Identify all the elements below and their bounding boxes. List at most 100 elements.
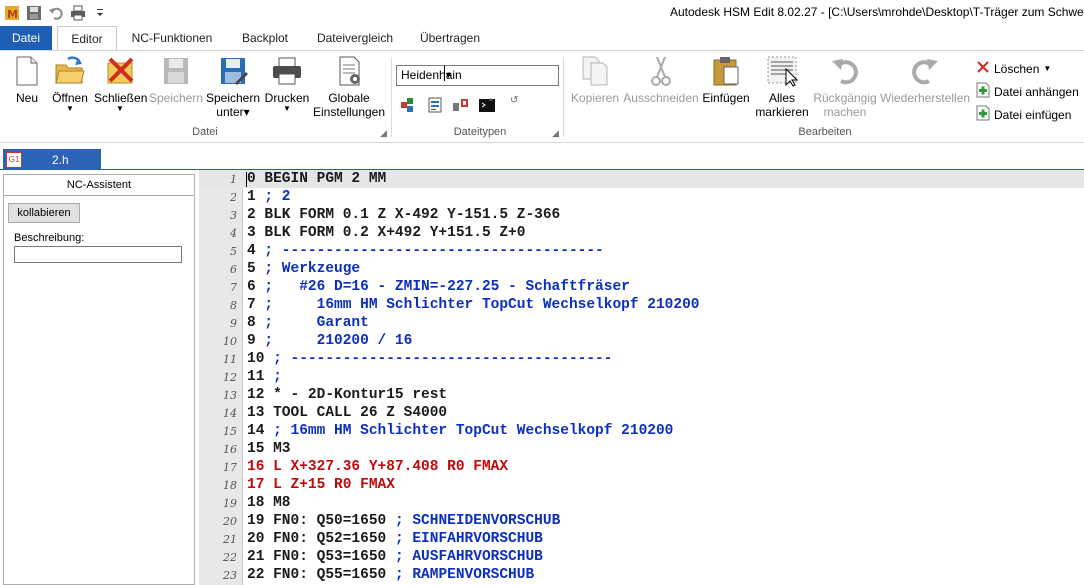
copy-button[interactable]: Kopieren <box>569 55 621 105</box>
select-all-icon <box>766 55 799 87</box>
print-button[interactable]: Drucken ▼ <box>264 55 310 113</box>
document-tab[interactable]: G1 2.h <box>3 149 101 170</box>
code-line[interactable]: 17 16 L X+327.36 Y+87.408 R0 FMAX <box>199 458 1084 476</box>
tab-backplot[interactable]: Backplot <box>234 26 296 50</box>
code-comment: ; Garant <box>264 315 369 331</box>
code-comment: ; RAMPENVORSCHUB <box>394 567 535 583</box>
code-line[interactable]: 4 3 BLK FORM 0.2 X+492 Y+151.5 Z+0 <box>199 224 1084 242</box>
code-line[interactable]: 3 2 BLK FORM 0.1 Z X-492 Y-151.5 Z-366 <box>199 206 1084 224</box>
description-field[interactable] <box>14 246 182 263</box>
code-text: 10 ; -----------------------------------… <box>247 350 612 368</box>
undo-button[interactable]: Rückgängig machen <box>812 55 878 119</box>
code-line[interactable]: 1 0 BEGIN PGM 2 MM <box>199 170 1084 188</box>
code-text: 13 TOOL CALL 26 Z S4000 <box>247 404 447 422</box>
paste-label: Einfügen <box>702 91 750 105</box>
line-number: 19 <box>223 497 237 510</box>
code-text: 18 M8 <box>247 494 291 512</box>
code-line[interactable]: 16 15 M3 <box>199 440 1084 458</box>
dateitypen-launcher-icon[interactable]: ◢ <box>552 128 559 139</box>
code-line[interactable]: 18 17 L Z+15 R0 FMAX <box>199 476 1084 494</box>
tab-nc-funktionen[interactable]: NC-Funktionen <box>124 26 220 50</box>
code-line[interactable]: 23 22 FN0: Q55=1650 ; RAMPENVORSCHUB <box>199 566 1084 584</box>
insert-file-icon <box>976 105 990 124</box>
insert-file-button[interactable]: Datei einfügen <box>976 105 1071 124</box>
global-settings-button[interactable]: Globale Einstellungen <box>310 55 388 119</box>
new-button[interactable]: Neu <box>10 55 44 105</box>
document-tab-label: 2.h <box>52 152 69 167</box>
app-logo-icon[interactable]: M <box>4 5 20 21</box>
code-line[interactable]: 12 11 ; <box>199 368 1084 386</box>
code-comment: ; SCHNEIDENVORSCHUB <box>394 513 561 529</box>
paste-button[interactable]: Einfügen <box>701 55 751 105</box>
code-line[interactable]: 13 12 * - 2D-Kontur15 rest <box>199 386 1084 404</box>
select-all-button[interactable]: Alles markieren <box>753 55 811 119</box>
code-text: 7 ; 16mm HM Schlichter TopCut Wechselkop… <box>247 296 699 314</box>
close-button[interactable]: Schließen ▼ <box>94 55 148 113</box>
code-line[interactable]: 10 9 ; 210200 / 16 <box>199 332 1084 350</box>
print-icon[interactable] <box>70 5 86 21</box>
code-text: 2 BLK FORM 0.1 Z X-492 Y-151.5 Z-366 <box>247 206 560 224</box>
tab-uebertragen[interactable]: Übertragen <box>416 26 484 50</box>
file-type-select[interactable]: Heidenhain ▼ <box>396 65 559 86</box>
color-blocks-icon[interactable] <box>400 97 416 116</box>
tab-dateivergleich[interactable]: Dateivergleich <box>310 26 400 50</box>
cut-button[interactable]: Ausschneiden <box>623 55 699 105</box>
datei-launcher-icon[interactable]: ◢ <box>380 128 387 139</box>
code-line[interactable]: 65 ; Werkzeuge <box>199 260 1084 278</box>
code-editor[interactable]: 10 BEGIN PGM 2 MM 2 1 ; 232 BLK FORM 0.1 Z… <box>199 170 1084 585</box>
code-line[interactable]: 11 10 ; ---------------------------------… <box>199 350 1084 368</box>
code-comment: ; AUSFAHRVORSCHUB <box>394 549 543 565</box>
code-line[interactable]: 22 21 FN0: Q53=1650 ; AUSFAHRVORSCHUB <box>199 548 1084 566</box>
save-as-button[interactable]: Speichern unter▾ <box>205 55 261 119</box>
open-button[interactable]: Öffnen ▼ <box>50 55 90 113</box>
ribbon-tabs: Datei Editor NC-Funktionen Backplot Date… <box>0 26 1084 51</box>
append-file-label: Datei anhängen <box>994 84 1079 99</box>
global-settings-label-2: Einstellungen <box>312 105 386 119</box>
code-line[interactable]: 21 20 FN0: Q52=1650 ; EINFAHRVORSCHUB <box>199 530 1084 548</box>
terminal-icon[interactable] <box>478 97 496 116</box>
customize-icon[interactable] <box>92 5 108 21</box>
delete-button[interactable]: Löschen ▼ <box>976 60 1051 77</box>
tab-datei[interactable]: Datei <box>0 26 52 50</box>
code-line[interactable]: 98 ; Garant <box>199 314 1084 332</box>
new-file-icon <box>11 55 43 87</box>
code-line[interactable]: 54 ; -----------------------------------… <box>199 242 1084 260</box>
undo-label-2: machen <box>823 105 867 119</box>
save-button[interactable]: Speichern <box>148 55 204 105</box>
collapse-button[interactable]: kollabieren <box>8 203 80 223</box>
code-token: 8 <box>247 315 265 331</box>
append-file-button[interactable]: Datei anhängen <box>976 82 1079 101</box>
tab-editor[interactable]: Editor <box>57 26 117 51</box>
code-line[interactable]: 19 18 M8 <box>199 494 1084 512</box>
code-line[interactable]: 21 ; 2 <box>199 188 1084 206</box>
redo-button[interactable]: Wiederherstellen <box>880 55 970 105</box>
line-number: 15 <box>223 425 237 438</box>
code-line[interactable]: 14 13 TOOL CALL 26 Z S4000 <box>199 404 1084 422</box>
code-token: 5 <box>247 261 265 277</box>
toolpath-icon[interactable] <box>452 97 470 116</box>
code-line[interactable]: 8 7 ; 16mm HM Schlichter TopCut Wechselko… <box>199 296 1084 314</box>
code-list-icon[interactable] <box>427 97 443 116</box>
new-label: Neu <box>15 91 38 105</box>
copy-label: Kopieren <box>570 91 620 105</box>
select-all-label-1: Alles <box>768 91 795 105</box>
code-line[interactable]: 15 14 ; 16mm HM Schlichter TopCut Wechsel… <box>199 422 1084 440</box>
copy-icon <box>579 55 611 87</box>
refresh-small-icon[interactable]: ↺ <box>510 95 518 106</box>
printer-icon <box>271 55 303 87</box>
code-line[interactable]: 76 ; #26 D=16 - ZMIN=-227.25 - Schaftfrä… <box>199 278 1084 296</box>
close-label: Schließen <box>94 91 148 105</box>
code-text: 4 ; ------------------------------------… <box>247 242 604 260</box>
code-line[interactable]: 20 19 FN0: Q50=1650 ; SCHNEIDENVORSCHUB <box>199 512 1084 530</box>
line-number: 8 <box>230 299 237 312</box>
ribbon: Neu Öffnen ▼ Schließen ▼ Speichern Speic… <box>0 50 1084 143</box>
line-number: 12 <box>223 371 237 384</box>
save-icon[interactable] <box>26 5 42 21</box>
group-separator <box>563 57 564 137</box>
code-text: 5 ; Werkzeuge <box>247 260 360 278</box>
code-token: 10 <box>247 351 274 367</box>
code-text: 0 BEGIN PGM 2 MM <box>247 170 386 188</box>
nc-assistant-title: NC-Assistent <box>4 175 194 196</box>
undo-icon[interactable] <box>48 5 64 21</box>
code-comment: ; Werkzeuge <box>264 261 361 277</box>
